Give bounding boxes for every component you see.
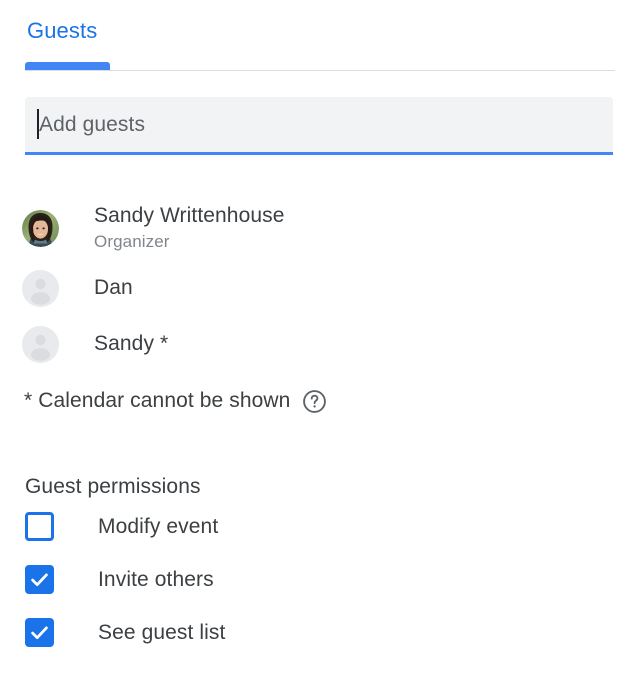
guest-list-item[interactable]: Sandy *: [0, 316, 640, 372]
tab-active-indicator: [25, 62, 110, 70]
help-circle-icon[interactable]: [302, 389, 327, 414]
checkbox-unchecked-icon[interactable]: [25, 512, 54, 541]
add-guests-input[interactable]: [25, 112, 613, 137]
permission-see-guest-list[interactable]: See guest list: [0, 606, 640, 659]
text-caret: [37, 109, 39, 139]
tab-bar: Guests: [0, 0, 640, 72]
checkbox-checked-icon[interactable]: [25, 565, 54, 594]
guest-list-item[interactable]: Sandy Writtenhouse Organizer: [0, 196, 640, 260]
guest-list: Sandy Writtenhouse Organizer Dan Sandy *: [0, 196, 640, 372]
photo-avatar-icon: [22, 209, 59, 247]
tab-bar-divider: [25, 70, 615, 71]
person-placeholder-icon: [22, 269, 59, 307]
guest-name: Dan: [94, 276, 133, 299]
add-guests-field[interactable]: [25, 97, 613, 155]
guest-text: Sandy Writtenhouse Organizer: [94, 203, 285, 253]
person-placeholder-icon: [22, 325, 59, 363]
permission-label: Invite others: [98, 567, 214, 591]
guest-text: Sandy *: [94, 331, 168, 357]
guest-permissions-title: Guest permissions: [25, 475, 201, 498]
avatar: [22, 269, 59, 307]
guest-name: Sandy *: [94, 332, 169, 355]
guests-panel: Guests Add guests Sandy Writtenhouse Org…: [0, 0, 640, 687]
guest-text: Dan: [94, 275, 133, 301]
permission-label: See guest list: [98, 620, 226, 644]
permission-modify-event[interactable]: Modify event: [0, 500, 640, 553]
permission-label: Modify event: [98, 514, 219, 538]
guest-name: Sandy Writtenhouse: [94, 204, 285, 227]
permission-invite-others[interactable]: Invite others: [0, 553, 640, 606]
tab-guests-label: Guests: [27, 18, 98, 43]
guest-permissions-section: Guest permissions Modify event Invite ot…: [0, 474, 640, 659]
calendar-footnote-text: * Calendar cannot be shown: [24, 389, 291, 412]
guest-role: Organizer: [94, 232, 170, 251]
avatar: [22, 209, 59, 247]
calendar-footnote: * Calendar cannot be shown: [24, 388, 327, 414]
guest-list-item[interactable]: Dan: [0, 260, 640, 316]
avatar: [22, 325, 59, 363]
checkbox-checked-icon[interactable]: [25, 618, 54, 647]
